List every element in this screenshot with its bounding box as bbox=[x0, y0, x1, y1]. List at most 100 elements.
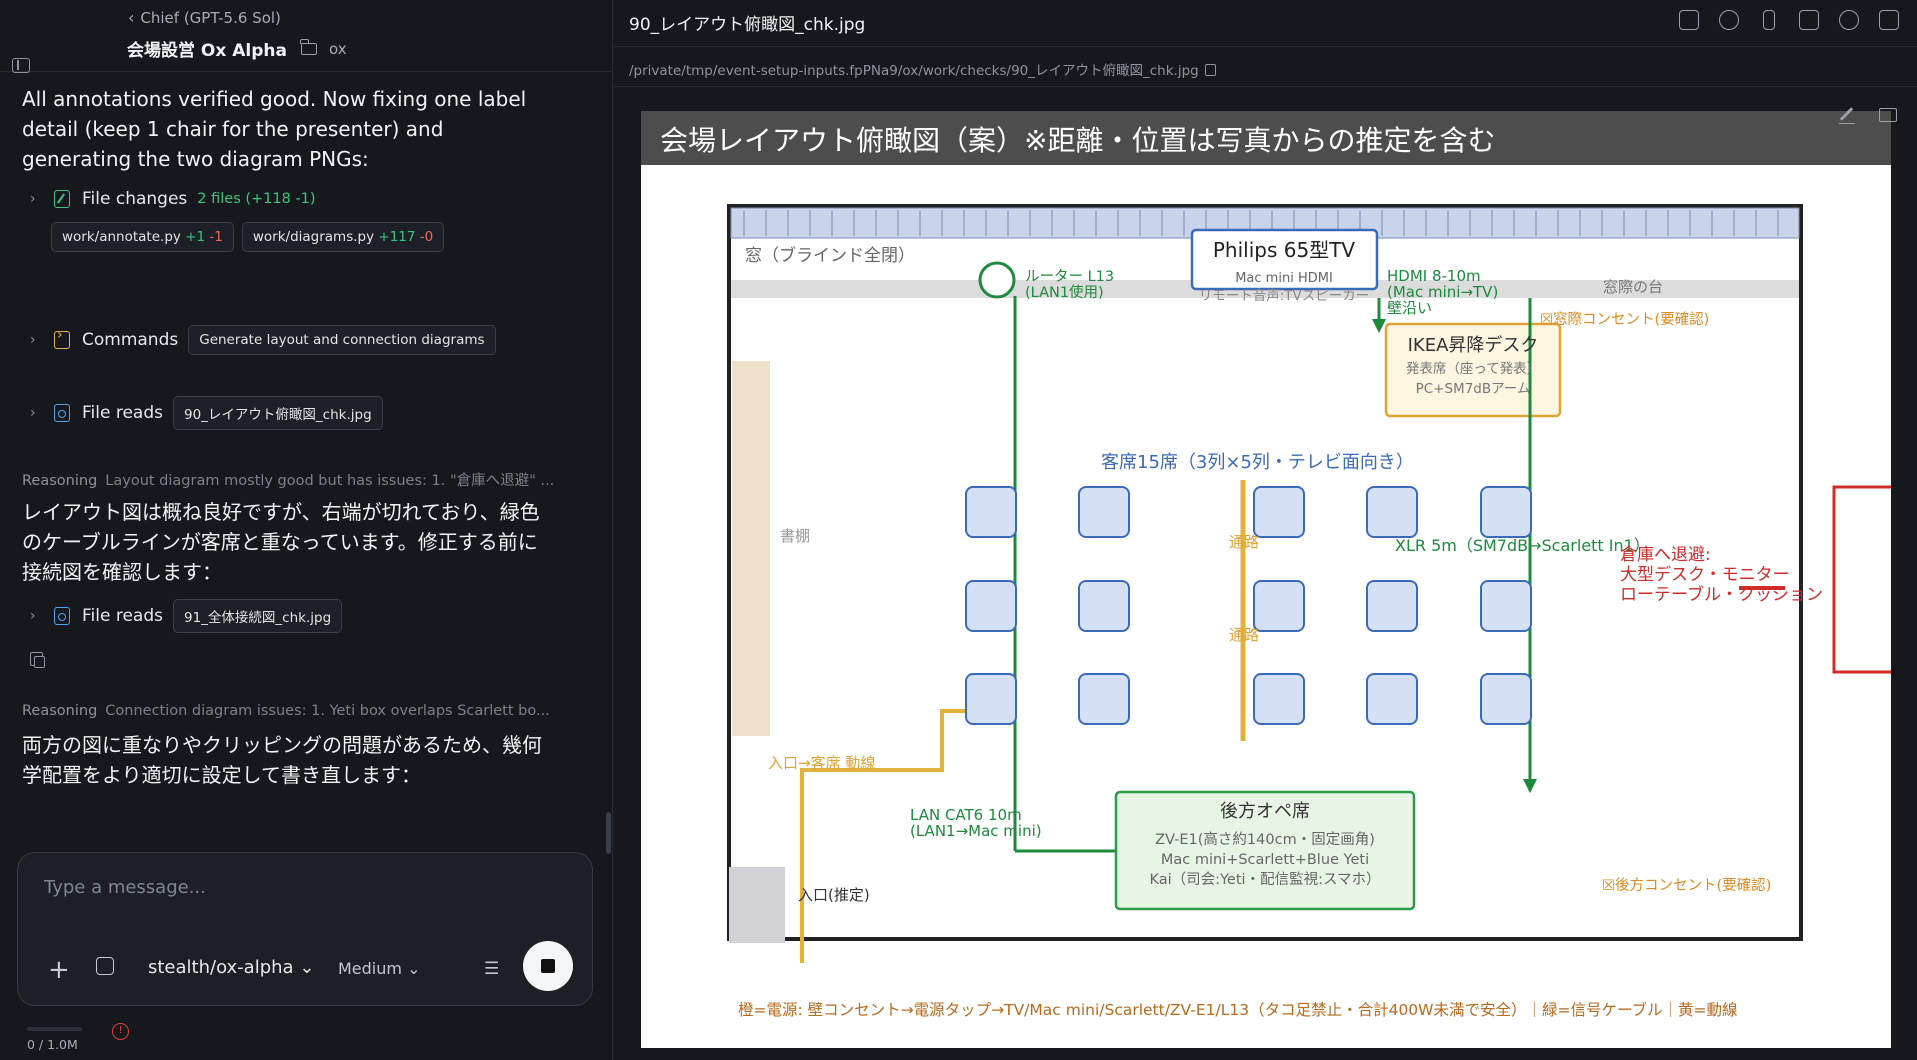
edit-icon[interactable] bbox=[1839, 108, 1855, 124]
chevron-right-icon: › bbox=[30, 608, 36, 624]
desk-sub1: 発表席（座って発表） bbox=[1406, 361, 1540, 377]
alert-icon[interactable]: ! bbox=[112, 1023, 129, 1040]
seat bbox=[1366, 486, 1418, 538]
assistant-message: レイアウト図は概ね良好ですが、右端が切れており、緑色のケーブルラインが客席と重な… bbox=[22, 500, 540, 584]
folder-open-icon[interactable] bbox=[1679, 10, 1699, 30]
preview-toolbar bbox=[1839, 108, 1897, 124]
sidebar-toggle-icon[interactable] bbox=[12, 58, 30, 73]
tv-title: Philips 65型TV bbox=[1213, 238, 1356, 262]
seat bbox=[1078, 580, 1130, 632]
back-link[interactable]: ‹ Chief (GPT-5.6 Sol) bbox=[128, 8, 281, 27]
panel-right-icon[interactable] bbox=[1879, 10, 1899, 30]
viewer-header: 90_レイアウト俯瞰図_chk.jpg bbox=[614, 0, 1917, 47]
directory-name[interactable]: ox bbox=[329, 40, 347, 58]
globe-icon[interactable] bbox=[1719, 10, 1739, 30]
file-changes-summary: 2 files (+118 -1) bbox=[197, 191, 316, 207]
message-input[interactable]: Type a message... bbox=[44, 877, 206, 898]
file-chip[interactable]: work/diagrams.py +117 -0 bbox=[241, 222, 445, 252]
viewer-toolbar bbox=[1679, 10, 1899, 30]
file-path: /private/tmp/event-setup-inputs.fpPNa9/o… bbox=[629, 59, 1216, 79]
outlet-back: ☒後方コンセント(要確認) bbox=[1602, 877, 1771, 894]
add-icon[interactable]: + bbox=[48, 955, 70, 985]
settings-sliders-icon[interactable]: ☰ bbox=[484, 959, 499, 979]
folder-icon[interactable] bbox=[1879, 108, 1897, 122]
scrollbar[interactable] bbox=[606, 812, 611, 854]
seat bbox=[965, 673, 1017, 725]
commands-row[interactable]: › Commands Generate layout and connectio… bbox=[30, 323, 504, 357]
seat bbox=[1480, 486, 1532, 538]
chevron-right-icon: › bbox=[30, 332, 36, 348]
terminal-icon[interactable] bbox=[1799, 10, 1819, 30]
lan-sub: (LAN1→Mac mini) bbox=[910, 822, 1042, 840]
file-search-icon bbox=[54, 607, 70, 625]
seat bbox=[965, 580, 1017, 632]
entry-flow-label: 入口→客席 動線 bbox=[768, 754, 875, 772]
tv-sub2: リモート音声:TVスピーカー bbox=[1199, 287, 1370, 304]
storage-label-3: ローテーブル・クッション bbox=[1620, 584, 1823, 605]
layout-diagram: 窓（ブラインド全閉） Philips 65型TV Mac mini HDMI リ… bbox=[727, 204, 1891, 963]
breadcrumb: 会場設営 Ox Alpha ox bbox=[127, 36, 347, 61]
window-stand-label: 窓際の台 bbox=[1603, 278, 1663, 296]
path-bar: /private/tmp/event-setup-inputs.fpPNa9/o… bbox=[614, 48, 1917, 87]
file-reads-row[interactable]: › File reads 91_全体接続図_chk.jpg bbox=[30, 599, 350, 633]
chevron-right-icon: › bbox=[30, 405, 36, 421]
chevron-right-icon: › bbox=[30, 191, 36, 207]
ops-line-2: Mac mini+Scarlett+Blue Yeti bbox=[1161, 852, 1369, 868]
window-label: 窓（ブラインド全閉） bbox=[745, 245, 915, 266]
back-label: Chief (GPT-5.6 Sol) bbox=[140, 8, 281, 27]
seat bbox=[1253, 673, 1305, 725]
file-changes-row[interactable]: › File changes 2 files (+118 -1) bbox=[30, 182, 316, 216]
usage-bar bbox=[27, 1027, 82, 1031]
file-reads-label: File reads bbox=[82, 403, 163, 423]
file-read-chip[interactable]: 90_レイアウト俯瞰図_chk.jpg bbox=[173, 396, 383, 430]
reasoning-summary[interactable]: Reasoning Connection diagram issues: 1. Y… bbox=[22, 703, 582, 719]
seat bbox=[1253, 580, 1305, 632]
copy-icon[interactable] bbox=[1204, 64, 1216, 76]
commands-label: Commands bbox=[82, 330, 179, 350]
app-window: ‹ Chief (GPT-5.6 Sol) 会場設営 Ox Alpha ox A… bbox=[0, 0, 1917, 1060]
aisle-label: 通路 bbox=[1229, 533, 1259, 551]
entrance-block bbox=[729, 867, 785, 943]
desk-sub2: PC+SM7dBアーム bbox=[1416, 381, 1531, 397]
chat-panel: ‹ Chief (GPT-5.6 Sol) 会場設営 Ox Alpha ox A… bbox=[0, 0, 613, 1060]
seat bbox=[1480, 580, 1532, 632]
copy-icon[interactable] bbox=[30, 652, 45, 668]
bookshelf bbox=[732, 361, 770, 736]
seat bbox=[1366, 673, 1418, 725]
file-read-chip[interactable]: 91_全体接続図_chk.jpg bbox=[173, 599, 343, 633]
ops-line-3: Kai（司会:Yeti・配信監視:スマホ） bbox=[1149, 871, 1380, 888]
file-changes-list: work/annotate.py +1 -1 work/diagrams.py … bbox=[51, 220, 452, 254]
model-selector[interactable]: stealth/ox-alpha ⌄ bbox=[148, 957, 314, 978]
image-preview: 会場レイアウト俯瞰図（案）※距離・位置は写真からの推定を含む 窓（ブラインド全閉… bbox=[641, 111, 1891, 1048]
chevron-down-icon: ⌄ bbox=[407, 959, 421, 978]
extensions-icon[interactable] bbox=[96, 957, 114, 975]
file-chip[interactable]: work/annotate.py +1 -1 bbox=[51, 222, 234, 252]
arrow-down-icon bbox=[1523, 779, 1537, 793]
command-chip[interactable]: Generate layout and connection diagrams bbox=[188, 325, 496, 355]
router-marker bbox=[978, 261, 1016, 299]
xlr-label: XLR 5m（SM7dB→Scarlett In1） bbox=[1395, 536, 1650, 555]
arrow-down-icon bbox=[1372, 319, 1386, 333]
audience-seats bbox=[965, 486, 1532, 725]
reasoning-summary[interactable]: Reasoning Layout diagram mostly good but … bbox=[22, 469, 582, 490]
assistant-message: 両方の図に重なりやクリッピングの問題があるため、幾何学配置をより適切に設定して書… bbox=[22, 733, 542, 787]
terminal-icon bbox=[54, 327, 70, 349]
storage-label-2: 大型デスク・モニター bbox=[1620, 564, 1790, 585]
folder-icon bbox=[300, 38, 317, 55]
seat bbox=[965, 486, 1017, 538]
bookshelf-label: 書棚 bbox=[780, 527, 810, 545]
entrance-label: 入口(推定) bbox=[798, 886, 870, 904]
file-reads-row[interactable]: › File reads 90_レイアウト俯瞰図_chk.jpg bbox=[30, 396, 391, 430]
effort-selector[interactable]: Medium ⌄ bbox=[338, 959, 420, 978]
tree-icon[interactable] bbox=[1839, 10, 1859, 30]
assistant-message: All annotations verified good. Now fixin… bbox=[22, 87, 527, 171]
project-name: 会場設営 Ox Alpha bbox=[127, 41, 287, 61]
seat bbox=[1253, 486, 1305, 538]
stop-button[interactable] bbox=[523, 941, 573, 991]
chevron-left-icon: ‹ bbox=[128, 8, 135, 27]
chevron-down-icon: ⌄ bbox=[299, 957, 315, 978]
composer: Type a message... + stealth/ox-alpha ⌄ M… bbox=[17, 852, 593, 1006]
phone-icon[interactable] bbox=[1763, 10, 1775, 30]
file-viewer: 90_レイアウト俯瞰図_chk.jpg /private/tmp/event-s… bbox=[614, 0, 1917, 1060]
seats-label: 客席15席（3列×5列・テレビ面向き） bbox=[1101, 452, 1414, 473]
